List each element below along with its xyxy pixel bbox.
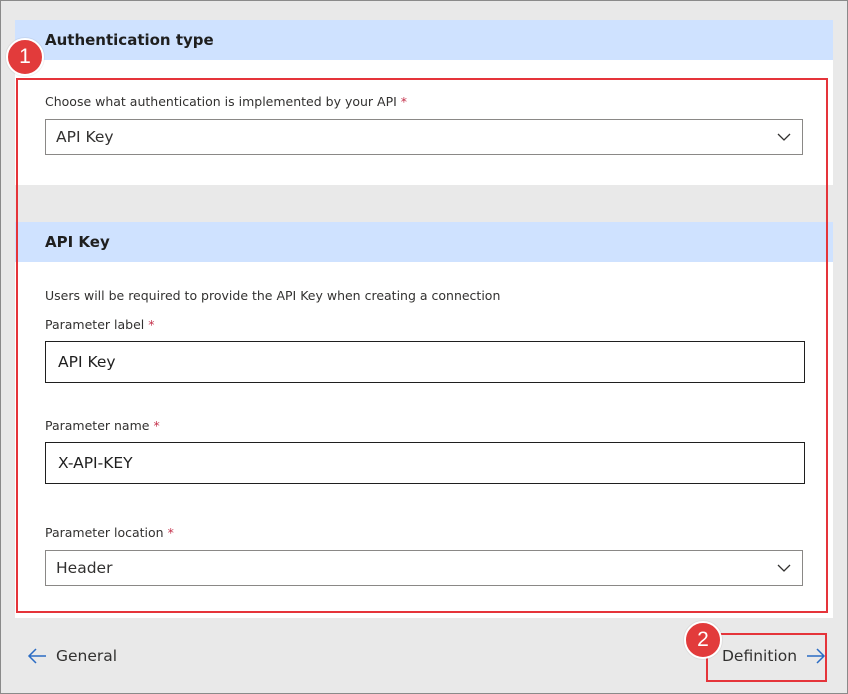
auth-type-header: Authentication type xyxy=(15,20,833,60)
arrow-left-icon xyxy=(27,648,46,664)
param-label-input[interactable] xyxy=(58,353,758,371)
required-asterisk: * xyxy=(167,525,174,540)
callout-marker-2: 2 xyxy=(684,621,722,659)
api-key-card: API Key Users will be required to provid… xyxy=(15,222,833,618)
param-label-label-text: Parameter label xyxy=(45,317,145,332)
param-location-label-text: Parameter location xyxy=(45,525,164,540)
auth-type-selected-value: API Key xyxy=(56,128,114,146)
param-label-field-label: Parameter label * xyxy=(45,317,154,332)
auth-type-dropdown[interactable]: API Key xyxy=(45,119,803,155)
param-location-dropdown[interactable]: Header xyxy=(45,550,803,586)
required-asterisk: * xyxy=(400,94,408,109)
api-key-header: API Key xyxy=(15,222,833,262)
param-location-selected-value: Header xyxy=(56,559,113,577)
next-definition-button[interactable]: Definition xyxy=(722,645,827,667)
required-asterisk: * xyxy=(148,317,155,332)
api-key-title: API Key xyxy=(45,233,110,251)
api-key-help-text: Users will be required to provide the AP… xyxy=(45,288,501,303)
param-location-field-label: Parameter location * xyxy=(45,525,174,540)
param-name-field-label: Parameter name * xyxy=(45,418,160,433)
auth-type-card: Authentication type Choose what authenti… xyxy=(15,20,833,185)
back-general-button[interactable]: General xyxy=(26,645,117,667)
callout-marker-1: 1 xyxy=(6,38,44,76)
chevron-down-icon xyxy=(777,564,791,572)
next-button-label: Definition xyxy=(722,647,798,665)
auth-type-label-text: Choose what authentication is implemente… xyxy=(45,94,397,109)
auth-type-field-label: Choose what authentication is implemente… xyxy=(45,94,407,109)
param-name-input-box xyxy=(45,442,805,484)
param-name-label-text: Parameter name xyxy=(45,418,150,433)
back-button-label: General xyxy=(56,647,118,665)
param-label-input-box xyxy=(45,341,805,383)
chevron-down-icon xyxy=(777,133,791,141)
param-name-input[interactable] xyxy=(58,454,758,472)
auth-type-title: Authentication type xyxy=(45,31,214,49)
arrow-right-icon xyxy=(807,648,826,664)
required-asterisk: * xyxy=(153,418,160,433)
